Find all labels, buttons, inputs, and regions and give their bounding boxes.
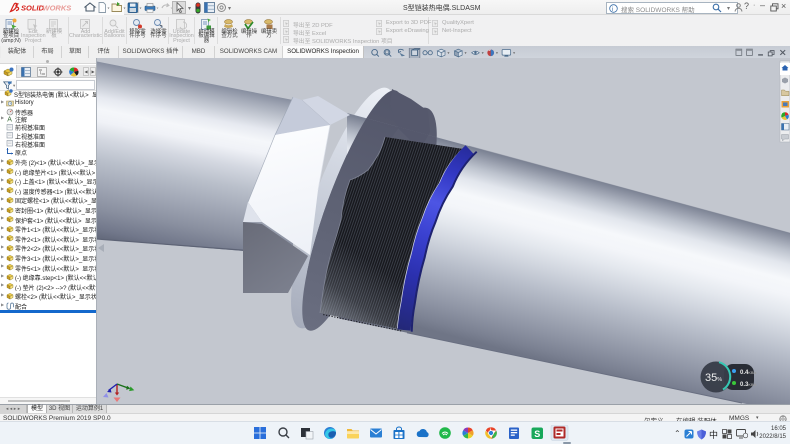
svg-text:SOLID: SOLID xyxy=(21,4,45,13)
svg-text:i: i xyxy=(612,6,613,12)
svg-text:S: S xyxy=(534,429,540,439)
svg-text:WORKS: WORKS xyxy=(43,4,72,13)
